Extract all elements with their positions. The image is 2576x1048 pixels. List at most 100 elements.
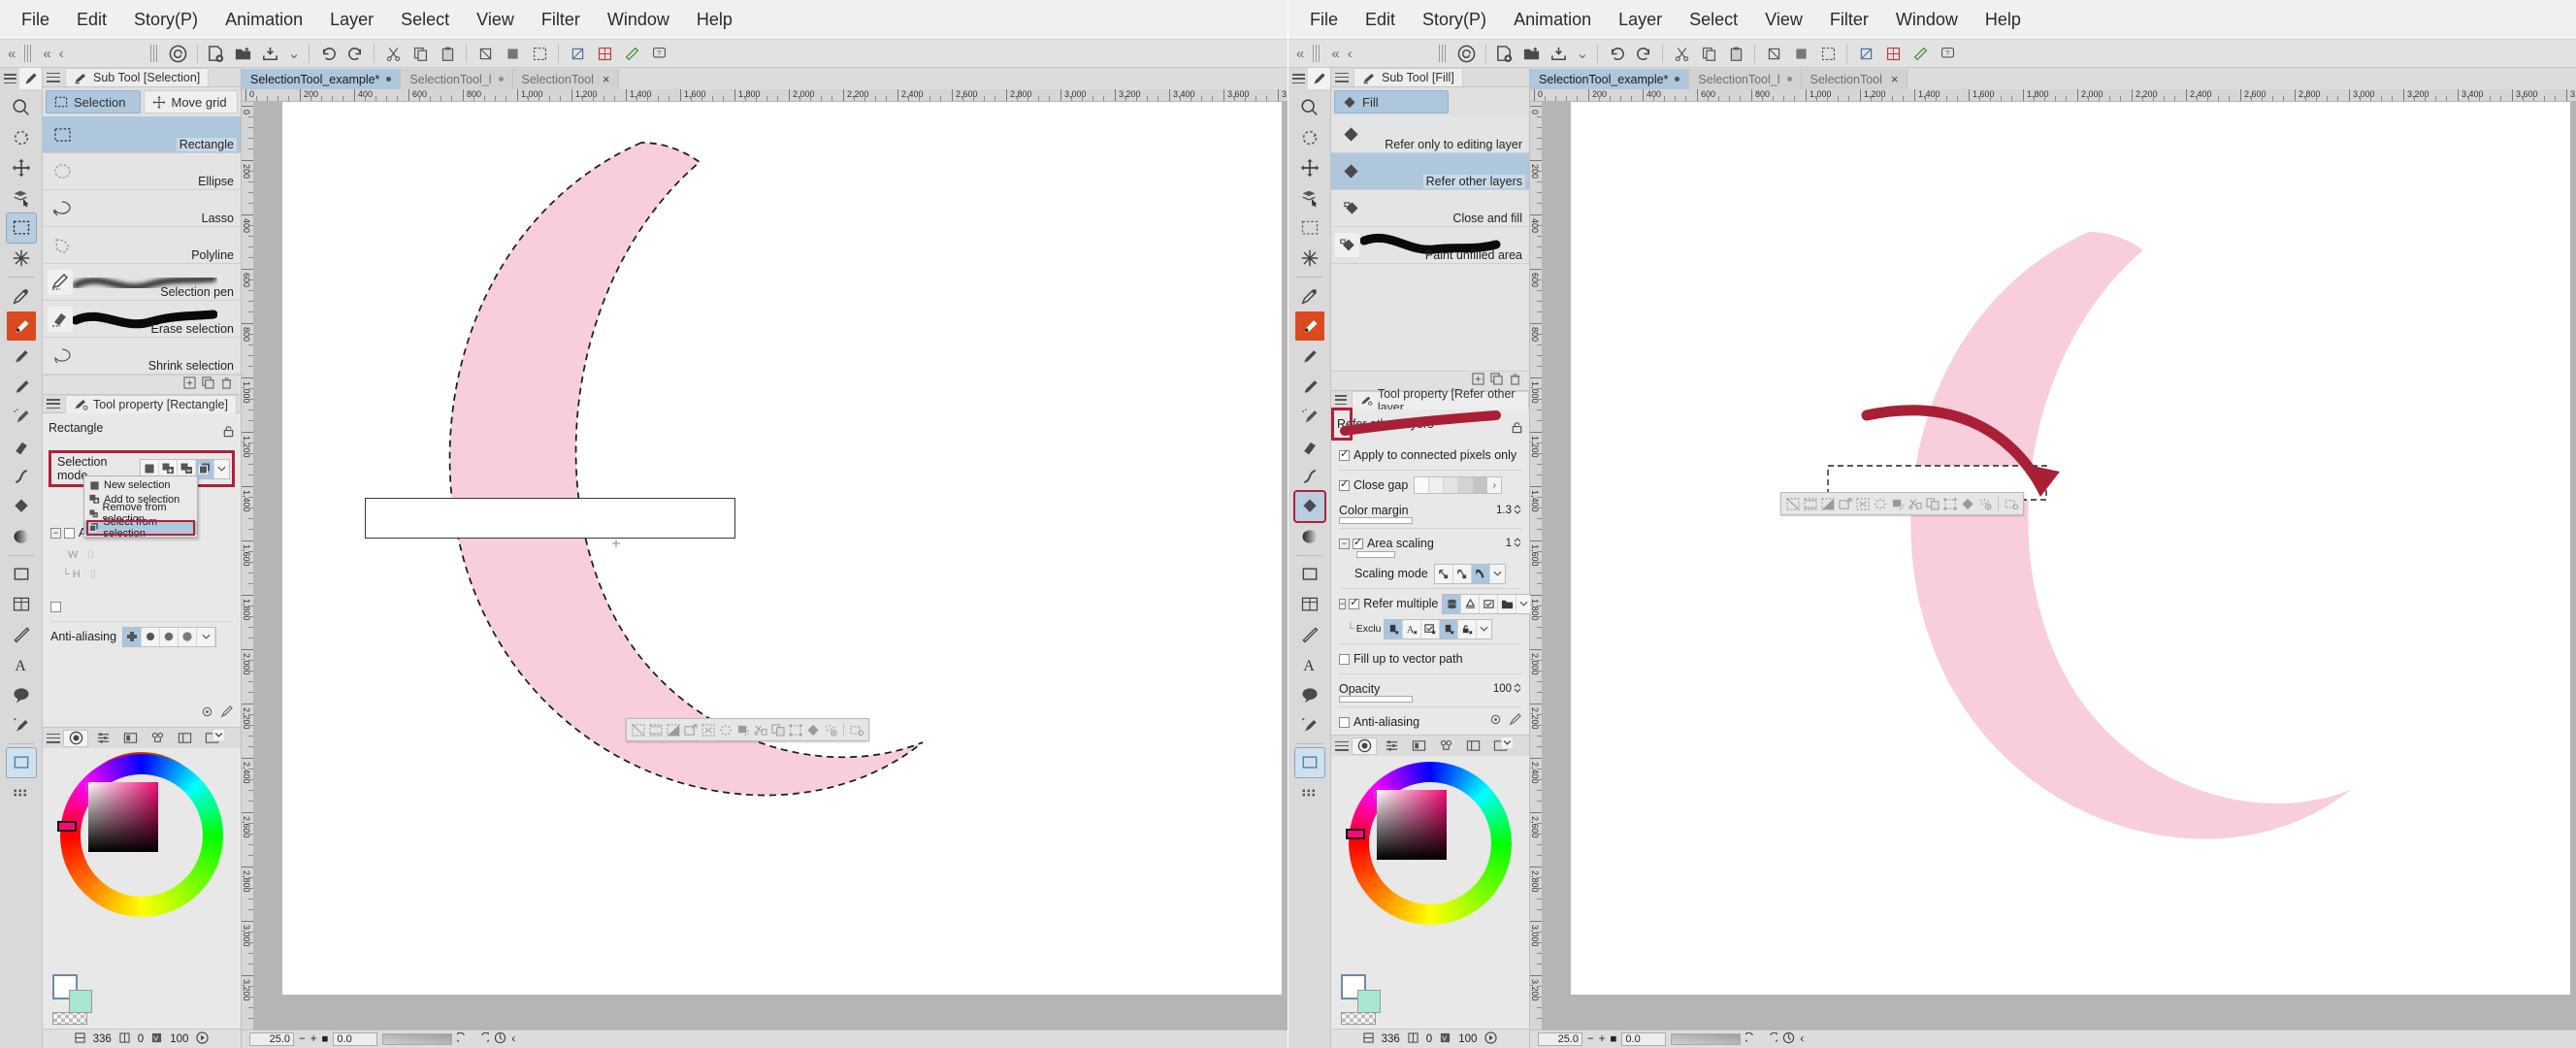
antialias-weak-icon[interactable]: [142, 627, 161, 646]
gradient-tool-icon[interactable]: [7, 522, 36, 551]
airbrush-tool-icon[interactable]: [1295, 402, 1324, 431]
collapse-aspect-icon[interactable]: −: [50, 527, 61, 539]
antialias-medium-icon[interactable]: [160, 627, 179, 646]
menu-item-help[interactable]: Help: [683, 6, 746, 34]
mid-value[interactable]: 0: [1426, 1033, 1432, 1045]
collapse-statusbar-icon[interactable]: ‹: [1800, 1033, 1804, 1045]
save-icon[interactable]: [258, 42, 283, 65]
fill-up-to-vector-path-checkbox[interactable]: [1339, 653, 1350, 665]
tool-property-tab[interactable]: Tool property [Refer other layer: [1352, 387, 1529, 414]
refer-reference-layer-icon[interactable]: [1461, 594, 1481, 613]
menu-item-story[interactable]: Story(P): [120, 6, 212, 34]
command-bar-grip[interactable]: [1313, 45, 1322, 62]
chevron-left-icon[interactable]: ‹: [1344, 46, 1356, 62]
mid-value[interactable]: 0: [138, 1033, 144, 1045]
menu-item-help[interactable]: Help: [1972, 6, 2035, 34]
play-icon[interactable]: [1484, 1031, 1498, 1047]
blur-border-icon[interactable]: [1873, 496, 1888, 511]
rotate-tool-icon[interactable]: [7, 123, 36, 152]
opacity-value[interactable]: 100: [170, 1033, 188, 1045]
deselect-icon[interactable]: [1785, 496, 1801, 511]
redo-icon[interactable]: [342, 42, 368, 65]
menu-item-edit[interactable]: Edit: [1352, 6, 1409, 34]
zoom-fit-icon[interactable]: ■: [321, 1033, 328, 1045]
w-value[interactable]: ⌷: [87, 549, 94, 562]
hue-marker[interactable]: [1346, 829, 1365, 839]
frame-tool-icon[interactable]: [1295, 590, 1324, 619]
rotate-right-icon[interactable]: [1764, 1032, 1780, 1047]
brush-size-value[interactable]: 336: [1382, 1033, 1400, 1045]
invert-selection-icon[interactable]: [666, 722, 681, 737]
color-slider-tab-icon[interactable]: [90, 730, 115, 747]
subtool-tab-selection[interactable]: Selection: [46, 90, 141, 114]
zoom-tool-icon[interactable]: [7, 93, 36, 122]
horizontal-ruler-right[interactable]: 0 200 400 600 800 1,000 1,200 1,400 1,600 1,800 2,…: [1530, 89, 2576, 102]
delete-subtool-icon[interactable]: [220, 377, 233, 394]
transparent-swatch[interactable]: [1341, 1012, 1376, 1025]
rectangle-selection-box[interactable]: [365, 498, 735, 539]
brush-size-value[interactable]: 336: [93, 1033, 112, 1045]
chevron-left-icon[interactable]: ‹: [55, 46, 68, 62]
subtool-item-shrink-selection[interactable]: Shrink selection: [43, 338, 241, 375]
eraser-tool-icon[interactable]: [1295, 432, 1324, 461]
color-margin-slider[interactable]: [1339, 517, 1413, 524]
deselect-icon[interactable]: [631, 722, 646, 737]
collapse-refer-multiple-icon[interactable]: −: [1339, 598, 1347, 609]
opacity-value-group[interactable]: 100: [1493, 682, 1521, 697]
add-subtool-icon[interactable]: [183, 376, 196, 394]
paste-icon[interactable]: [1723, 42, 1748, 65]
horizontal-ruler[interactable]: 0 200 400 600 800 1,000 1,200 1,400 1,600 1,800 2,…: [242, 89, 1288, 102]
vertical-ruler-right[interactable]: 0 200 400 600 800 1,000 1,200 1,400 1,600 1,800 2,…: [1530, 102, 1543, 1030]
copy-icon[interactable]: [1925, 496, 1940, 511]
select-all-icon[interactable]: [527, 42, 552, 65]
app-logo-icon[interactable]: [166, 42, 191, 65]
rotate-left-icon[interactable]: [455, 1032, 471, 1047]
h-value[interactable]: ⌷: [90, 569, 97, 581]
expand-selection-icon[interactable]: [683, 722, 699, 737]
pen-tool-icon-2[interactable]: [6, 311, 36, 341]
panel-menu-icon[interactable]: [3, 72, 17, 85]
close-gap-checkbox[interactable]: [1339, 477, 1350, 491]
subtool-tab-move-grid[interactable]: Move grid: [143, 90, 238, 114]
canvas-paper-right[interactable]: [1571, 102, 2570, 995]
fill-icon[interactable]: [805, 722, 821, 737]
rotate-tool-icon[interactable]: [1295, 123, 1324, 152]
undo-icon[interactable]: [1604, 42, 1629, 65]
subtool-item-polyline[interactable]: Polyline: [43, 227, 241, 264]
material-tab-icon[interactable]: [1460, 737, 1485, 755]
fill-selection-icon[interactable]: [1788, 42, 1813, 65]
cut-icon[interactable]: [753, 722, 768, 737]
operation-tool-icon[interactable]: [5, 747, 37, 778]
command-bar-grip[interactable]: [24, 45, 34, 62]
subtool-item-refer-other-layers[interactable]: Refer other layers: [1331, 153, 1529, 190]
collapse-left-icon[interactable]: «: [1292, 46, 1308, 62]
select-all-icon[interactable]: [1815, 42, 1841, 65]
paste-icon[interactable]: [435, 42, 460, 65]
spinner-icon[interactable]: [1514, 537, 1521, 551]
color-slider-tab-icon[interactable]: [1379, 737, 1404, 755]
antialias-checkbox[interactable]: [1339, 716, 1350, 728]
exclude-editing-layer-icon[interactable]: [1421, 619, 1441, 639]
delete-icon[interactable]: [1761, 42, 1786, 65]
menu-item-layer[interactable]: Layer: [1605, 6, 1676, 34]
refer-selected-layer-icon[interactable]: [1480, 594, 1499, 613]
more-tools-icon[interactable]: [7, 778, 36, 807]
redo-icon[interactable]: [1631, 42, 1656, 65]
scaling-mode-thick-icon[interactable]: [1471, 564, 1490, 583]
object-tool-icon[interactable]: [1295, 183, 1324, 213]
close-icon[interactable]: ×: [603, 72, 610, 86]
menu-item-select[interactable]: Select: [387, 6, 463, 34]
invert-selection-icon[interactable]: [1820, 496, 1836, 511]
pen-tool-icon[interactable]: [1308, 68, 1330, 89]
menu-item-story[interactable]: Story(P): [1409, 6, 1500, 34]
color-history-tab-icon[interactable]: [145, 730, 170, 747]
zoom-out-icon[interactable]: −: [299, 1033, 306, 1045]
collapse-area-scaling-icon[interactable]: −: [1339, 538, 1350, 549]
collapse-left-icon-2[interactable]: «: [1327, 46, 1343, 62]
color-panel-menu-icon[interactable]: [46, 732, 61, 745]
zoom-tool-icon[interactable]: [1295, 93, 1324, 122]
menu-item-edit[interactable]: Edit: [63, 6, 120, 34]
subtool-item-rectangle[interactable]: Rectangle: [43, 116, 241, 153]
subtool-item-erase-selection[interactable]: Erase selection: [43, 301, 241, 338]
move-tool-icon[interactable]: [7, 153, 36, 182]
